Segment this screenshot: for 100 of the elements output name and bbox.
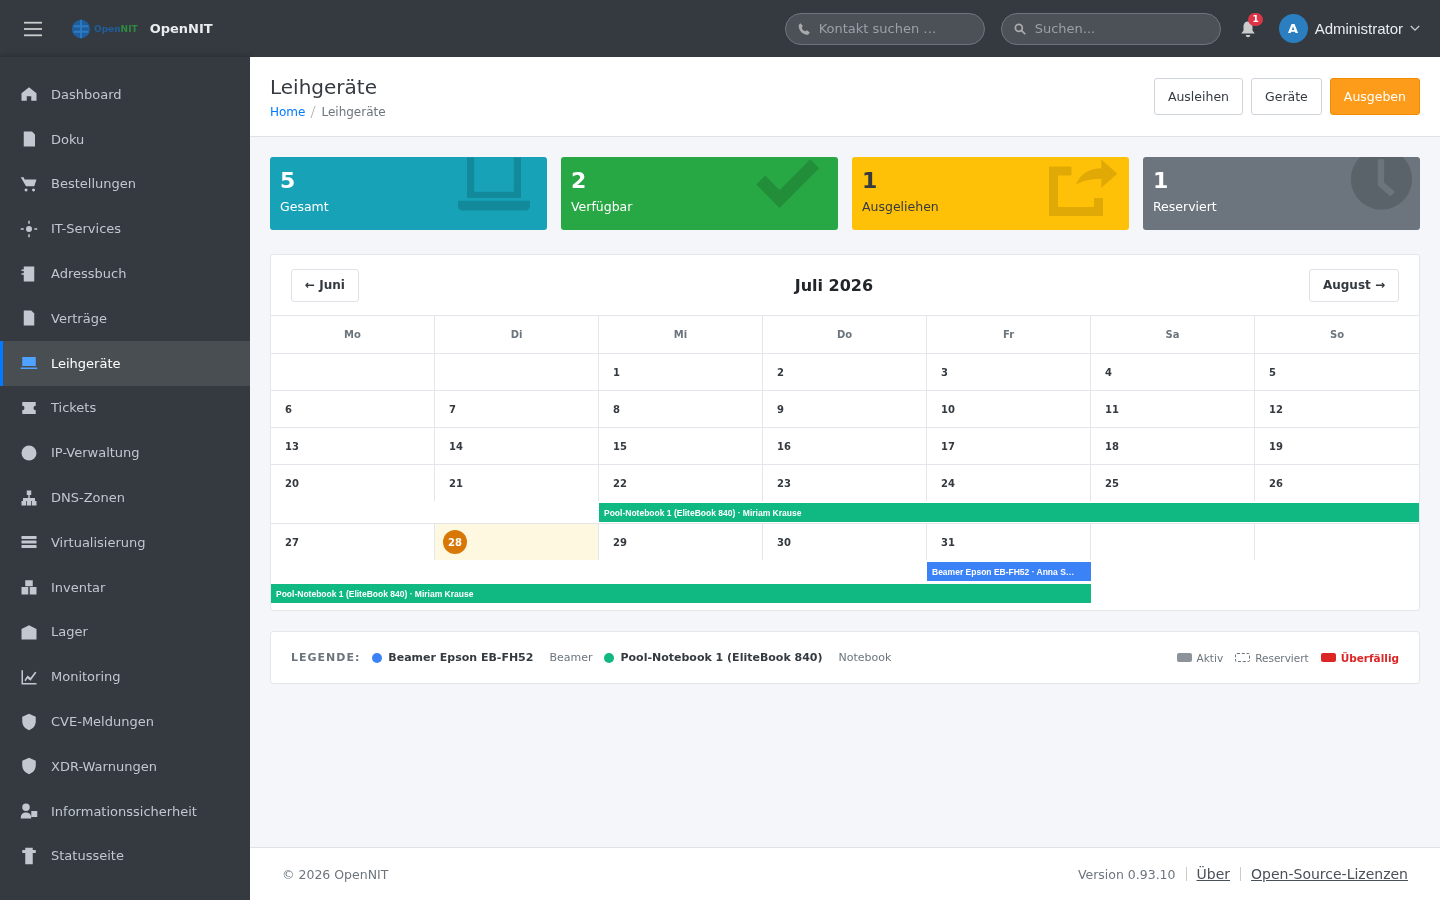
day-number: 9 (777, 403, 784, 415)
sidebar-item[interactable]: Dashboard (0, 72, 250, 117)
footer-link[interactable]: Über (1196, 866, 1231, 882)
weekday-header: Fr (927, 316, 1091, 353)
previous-month-button[interactable]: ← Juni (291, 268, 359, 302)
breadcrumb-link[interactable]: Home (270, 104, 306, 119)
brand-name: OpenNIT (149, 21, 213, 36)
day-number: 20 (285, 477, 299, 489)
sidebar-item[interactable]: Monitoring (0, 654, 250, 700)
sidebar-item[interactable]: Bestellungen (0, 161, 250, 207)
day-cell[interactable]: 10 (927, 391, 1091, 427)
day-cell[interactable]: 15 (599, 428, 763, 464)
day-number: 7 (449, 403, 456, 415)
calendar-event[interactable]: Beamer Epson EB-FH52 · Anna S… (927, 562, 1091, 581)
sitemap-icon (20, 488, 38, 507)
day-number: 10 (941, 403, 955, 415)
day-number: 2 (777, 366, 784, 378)
day-cell[interactable]: 2 (763, 354, 927, 390)
day-number: 17 (941, 440, 955, 452)
day-cell[interactable]: 4 (1091, 354, 1255, 390)
day-cell[interactable]: 23 (763, 465, 927, 501)
search-field[interactable]: Suchen... (1000, 12, 1221, 45)
day-cell[interactable]: 7 (435, 391, 599, 427)
sidebar-item[interactable]: Inventar (0, 564, 250, 610)
day-number: 22 (613, 477, 627, 489)
sidebar-item[interactable]: Lager (0, 609, 250, 655)
stat-label: Gesamt (280, 199, 330, 214)
version: Version 0.93.10 (1077, 866, 1176, 882)
sidebar-item[interactable]: CVE-Meldungen (0, 699, 250, 744)
sidebar-item[interactable]: XDR-Warnungen (0, 743, 250, 789)
action-button[interactable]: Ausleihen (1153, 78, 1244, 115)
legend-state: Aktiv (1196, 651, 1224, 664)
sidebar-item[interactable]: Doku (0, 116, 250, 162)
day-cell[interactable]: 12 (1255, 391, 1419, 427)
sidebar-item[interactable]: Leihgeräte (0, 340, 250, 386)
legend-type: Beamer (549, 651, 593, 664)
day-cell[interactable]: 11 (1091, 391, 1255, 427)
sidebar-item[interactable]: Adressbuch (0, 251, 250, 296)
sidebar-item[interactable]: IT-Services (0, 206, 250, 252)
day-cell[interactable]: 21 (435, 465, 599, 501)
page-title: Leihgeräte (270, 74, 378, 99)
day-cell[interactable]: 18 (1091, 428, 1255, 464)
sidebar-item[interactable]: DNS-Zonen (0, 475, 250, 520)
day-cell[interactable]: 1 (599, 354, 763, 390)
day-number: 18 (1105, 440, 1119, 452)
sidebar-item[interactable]: Tickets (0, 385, 250, 431)
weekday-header: Do (763, 316, 927, 353)
action-button[interactable]: Geräte (1251, 78, 1322, 115)
day-cell[interactable]: 5 (1255, 354, 1419, 390)
day-cell[interactable]: 6 (271, 391, 435, 427)
sidebar-item[interactable]: Verträge (0, 296, 250, 341)
sidebar-item[interactable]: Statusseite (0, 833, 250, 879)
day-cell[interactable]: 30 (763, 524, 927, 560)
day-cell[interactable]: 31 (927, 524, 1091, 560)
day-number: 8 (613, 403, 620, 415)
menu-icon[interactable] (24, 20, 42, 37)
day-number: 12 (1269, 403, 1283, 415)
stat-value: 2 (571, 167, 588, 195)
today-marker: 28 (443, 530, 467, 554)
day-cell[interactable]: 8 (599, 391, 763, 427)
day-cell[interactable]: 13 (271, 428, 435, 464)
day-number: 30 (777, 536, 791, 548)
user-lock-icon (20, 802, 38, 821)
day-number: 29 (613, 536, 627, 548)
cart-icon (20, 175, 38, 193)
legend-swatch (1320, 653, 1336, 662)
day-number: 13 (285, 440, 299, 452)
day-cell[interactable]: 19 (1255, 428, 1419, 464)
warehouse-icon (20, 622, 38, 641)
boxes-icon (20, 578, 38, 597)
contact-search-field[interactable]: Kontakt suchen … (784, 12, 985, 45)
day-cell[interactable]: 22 (599, 465, 763, 501)
footer-link[interactable]: Open-Source-Lizenzen (1251, 866, 1408, 882)
weekday-header: Di (435, 316, 599, 353)
day-cell[interactable]: 3 (927, 354, 1091, 390)
sidebar-item[interactable]: Virtualisierung (0, 519, 250, 565)
day-cell[interactable]: 29 (599, 524, 763, 560)
day-cell[interactable]: 9 (763, 391, 927, 427)
legend-state: Reserviert (1255, 651, 1309, 664)
sidebar-item[interactable]: Informationssicherheit (0, 788, 250, 834)
day-number: 25 (1105, 477, 1119, 489)
day-number: 21 (449, 477, 463, 489)
notification-count: 1 (1248, 12, 1263, 26)
day-cell[interactable]: 26 (1255, 465, 1419, 501)
day-cell[interactable]: 14 (435, 428, 599, 464)
day-cell[interactable]: 24 (927, 465, 1091, 501)
day-cell[interactable]: 17 (927, 428, 1091, 464)
stat-label: Verfügbar (571, 199, 634, 214)
sidebar-item[interactable]: IP-Verwaltung (0, 430, 250, 476)
user-menu[interactable]: Administrator (1314, 20, 1403, 37)
day-cell[interactable]: 25 (1091, 465, 1255, 501)
chevron-down-icon[interactable] (1410, 25, 1420, 32)
weekday-header: Sa (1091, 316, 1255, 353)
day-cell[interactable]: 16 (763, 428, 927, 464)
day-cell[interactable]: 20 (271, 465, 435, 501)
day-number: 16 (777, 440, 791, 452)
next-month-button[interactable]: August → (1308, 268, 1399, 302)
user-avatar[interactable]: A (1278, 14, 1308, 43)
day-number: 19 (1269, 440, 1283, 452)
day-number: 4 (1105, 366, 1112, 378)
